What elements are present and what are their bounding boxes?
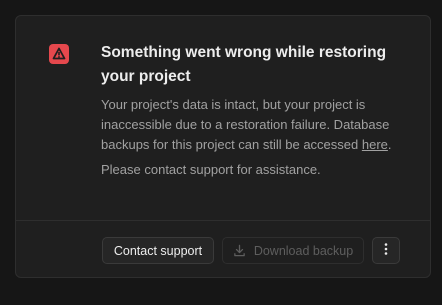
alert-title: Something went wrong while restoring you… bbox=[101, 44, 387, 85]
download-backup-button[interactable]: Download backup bbox=[222, 237, 364, 264]
description-end: . bbox=[387, 137, 392, 152]
download-backup-label: Download backup bbox=[253, 243, 354, 258]
alert-content: Something went wrong while restoring you… bbox=[101, 41, 406, 180]
description-text: Your project's data is intact, but your … bbox=[101, 97, 390, 152]
support-text: Please contact support for assistance. bbox=[101, 162, 321, 177]
footer-divider bbox=[16, 220, 430, 221]
contact-support-button[interactable]: Contact support bbox=[102, 237, 214, 264]
restore-error-card: Something went wrong while restoring you… bbox=[15, 15, 431, 278]
more-options-button[interactable] bbox=[372, 237, 400, 264]
contact-support-label: Contact support bbox=[113, 243, 203, 258]
more-vertical-icon bbox=[384, 242, 388, 259]
backups-link[interactable]: here bbox=[362, 137, 388, 152]
download-icon bbox=[233, 244, 246, 257]
alert-description: Your project's data is intact, but your … bbox=[101, 95, 406, 155]
warning-triangle-icon bbox=[49, 44, 69, 64]
